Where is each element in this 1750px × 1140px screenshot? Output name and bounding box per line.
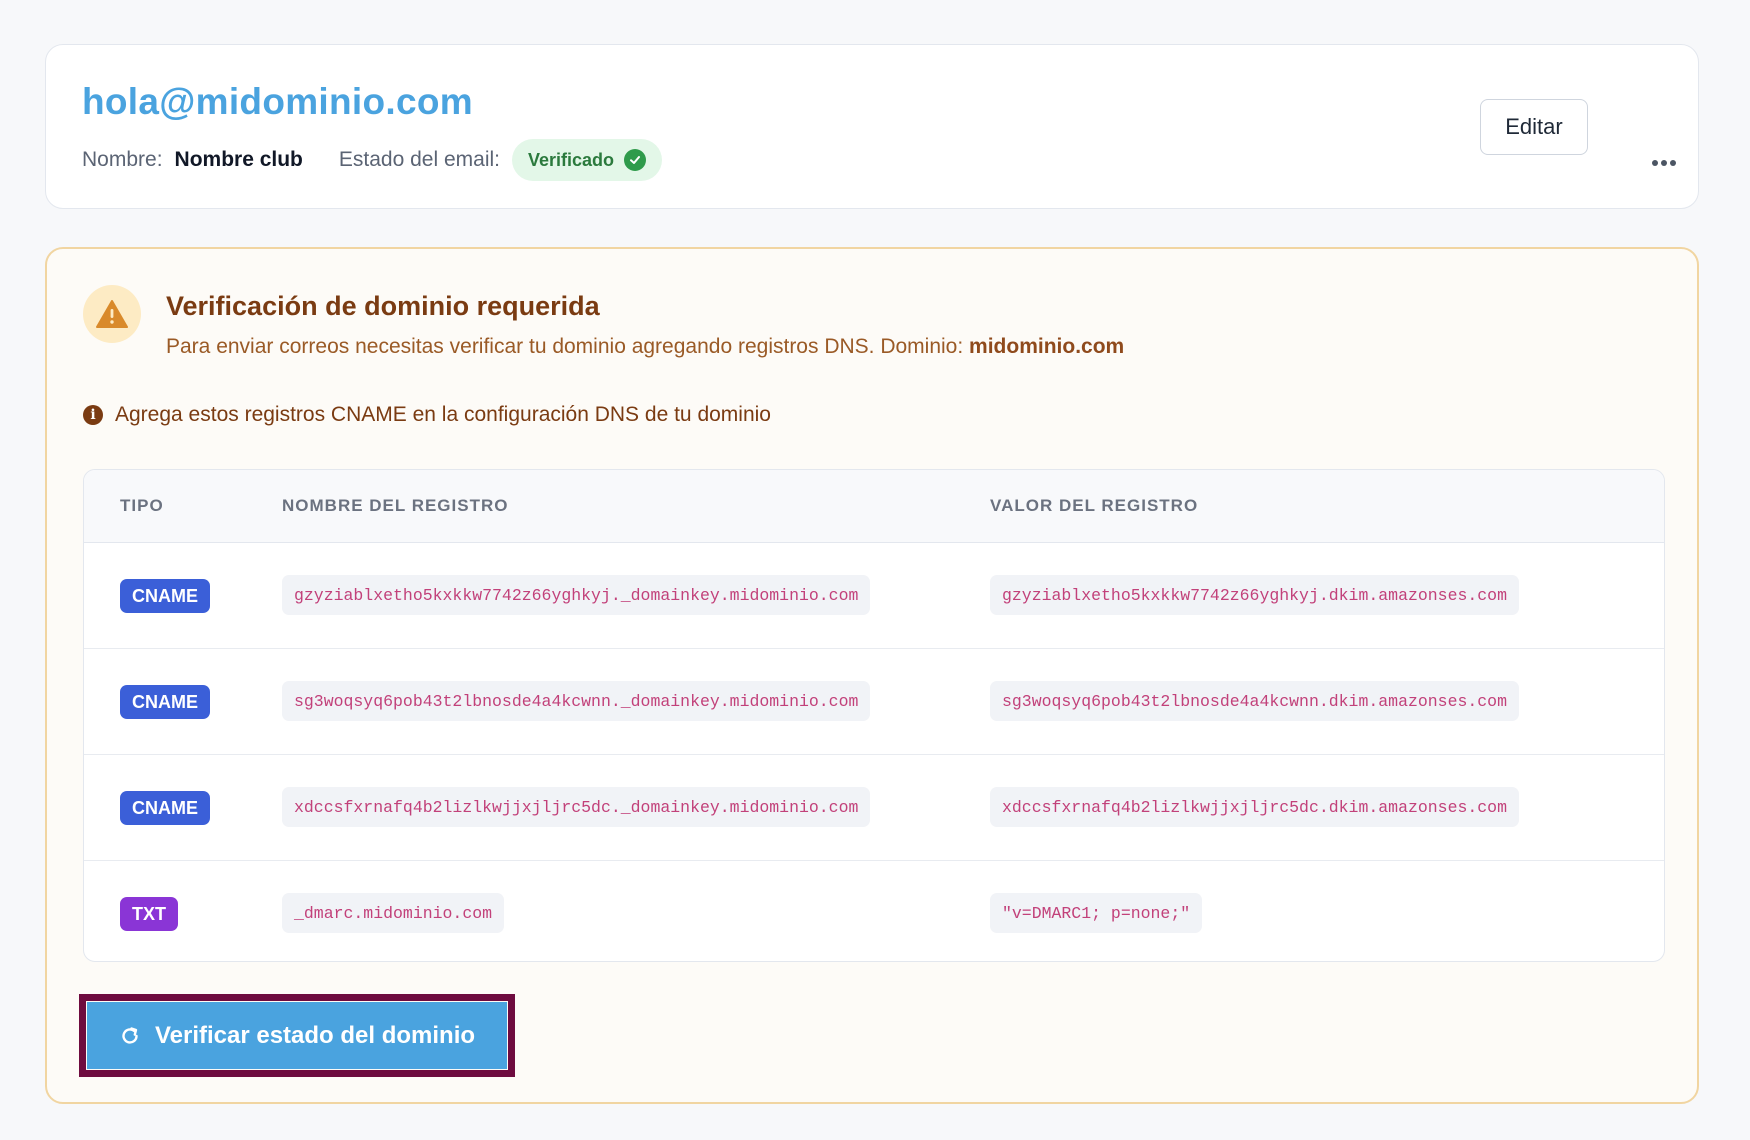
table-header: TIPO NOMBRE DEL REGISTRO VALOR DEL REGIS… xyxy=(84,470,1664,543)
email-address: hola@midominio.com xyxy=(82,81,473,122)
record-name: xdccsfxrnafq4b2lizlkwjjxjljrc5dc._domain… xyxy=(282,787,871,827)
record-name: sg3woqsyq6pob43t2lbnosde4a4kcwnn._domain… xyxy=(282,681,871,721)
dns-info-text: Agrega estos registros CNAME en la confi… xyxy=(115,403,771,426)
header-record-name: NOMBRE DEL REGISTRO xyxy=(282,496,509,515)
warning-icon xyxy=(83,285,141,343)
record-name: gzyziablxetho5kxkkw7742z66yghkyj._domain… xyxy=(282,575,871,615)
email-card: hola@midominio.com Nombre: Nombre club E… xyxy=(45,44,1699,209)
record-value: xdccsfxrnafq4b2lizlkwjjxjljrc5dc.dkim.am… xyxy=(990,787,1519,827)
table-row: TXT _dmarc.midominio.com "v=DMARC1; p=no… xyxy=(84,861,1664,961)
table-row: CNAME sg3woqsyq6pob43t2lbnosde4a4kcwnn._… xyxy=(84,649,1664,755)
verified-badge: Verificado xyxy=(511,139,663,181)
more-options-icon[interactable] xyxy=(1646,145,1682,181)
edit-button[interactable]: Editar xyxy=(1480,99,1588,155)
email-status-label: Estado del email: xyxy=(338,148,500,171)
header-type: TIPO xyxy=(120,496,164,515)
record-type-badge: CNAME xyxy=(120,579,210,613)
record-name: _dmarc.midominio.com xyxy=(282,893,505,933)
name-value: Nombre club xyxy=(174,148,303,171)
name-label: Nombre: xyxy=(82,148,163,171)
record-value: "v=DMARC1; p=none;" xyxy=(990,893,1203,933)
verify-domain-label: Verificar estado del dominio xyxy=(154,1021,476,1049)
verification-description-text: Para enviar correos necesitas verificar … xyxy=(166,335,964,358)
domain-verification-card: Verificación de dominio requerida Para e… xyxy=(45,247,1699,1104)
record-type-badge: CNAME xyxy=(120,685,210,719)
header-record-value: VALOR DEL REGISTRO xyxy=(990,496,1199,515)
info-icon: i xyxy=(83,405,103,425)
dns-info-row: i Agrega estos registros CNAME en la con… xyxy=(83,400,771,430)
record-value: gzyziablxetho5kxkkw7742z66yghkyj.dkim.am… xyxy=(990,575,1519,615)
verification-title: Verificación de dominio requerida xyxy=(166,291,600,321)
verify-domain-button[interactable]: Verificar estado del dominio xyxy=(87,1002,507,1069)
record-type-badge: CNAME xyxy=(120,791,210,825)
verified-badge-label: Verificado xyxy=(527,149,615,170)
check-circle-icon xyxy=(624,149,647,171)
dns-records-table: TIPO NOMBRE DEL REGISTRO VALOR DEL REGIS… xyxy=(83,469,1665,962)
email-meta-row: Nombre: Nombre club Estado del email: Ve… xyxy=(82,139,663,181)
record-value: sg3woqsyq6pob43t2lbnosde4a4kcwnn.dkim.am… xyxy=(990,681,1519,721)
table-row: CNAME gzyziablxetho5kxkkw7742z66yghkyj._… xyxy=(84,543,1664,649)
refresh-icon xyxy=(119,1025,141,1047)
table-row: CNAME xdccsfxrnafq4b2lizlkwjjxjljrc5dc._… xyxy=(84,755,1664,861)
verification-description: Para enviar correos necesitas verificar … xyxy=(166,335,1124,359)
verification-domain: midominio.com xyxy=(969,335,1125,358)
record-type-badge: TXT xyxy=(120,897,178,931)
